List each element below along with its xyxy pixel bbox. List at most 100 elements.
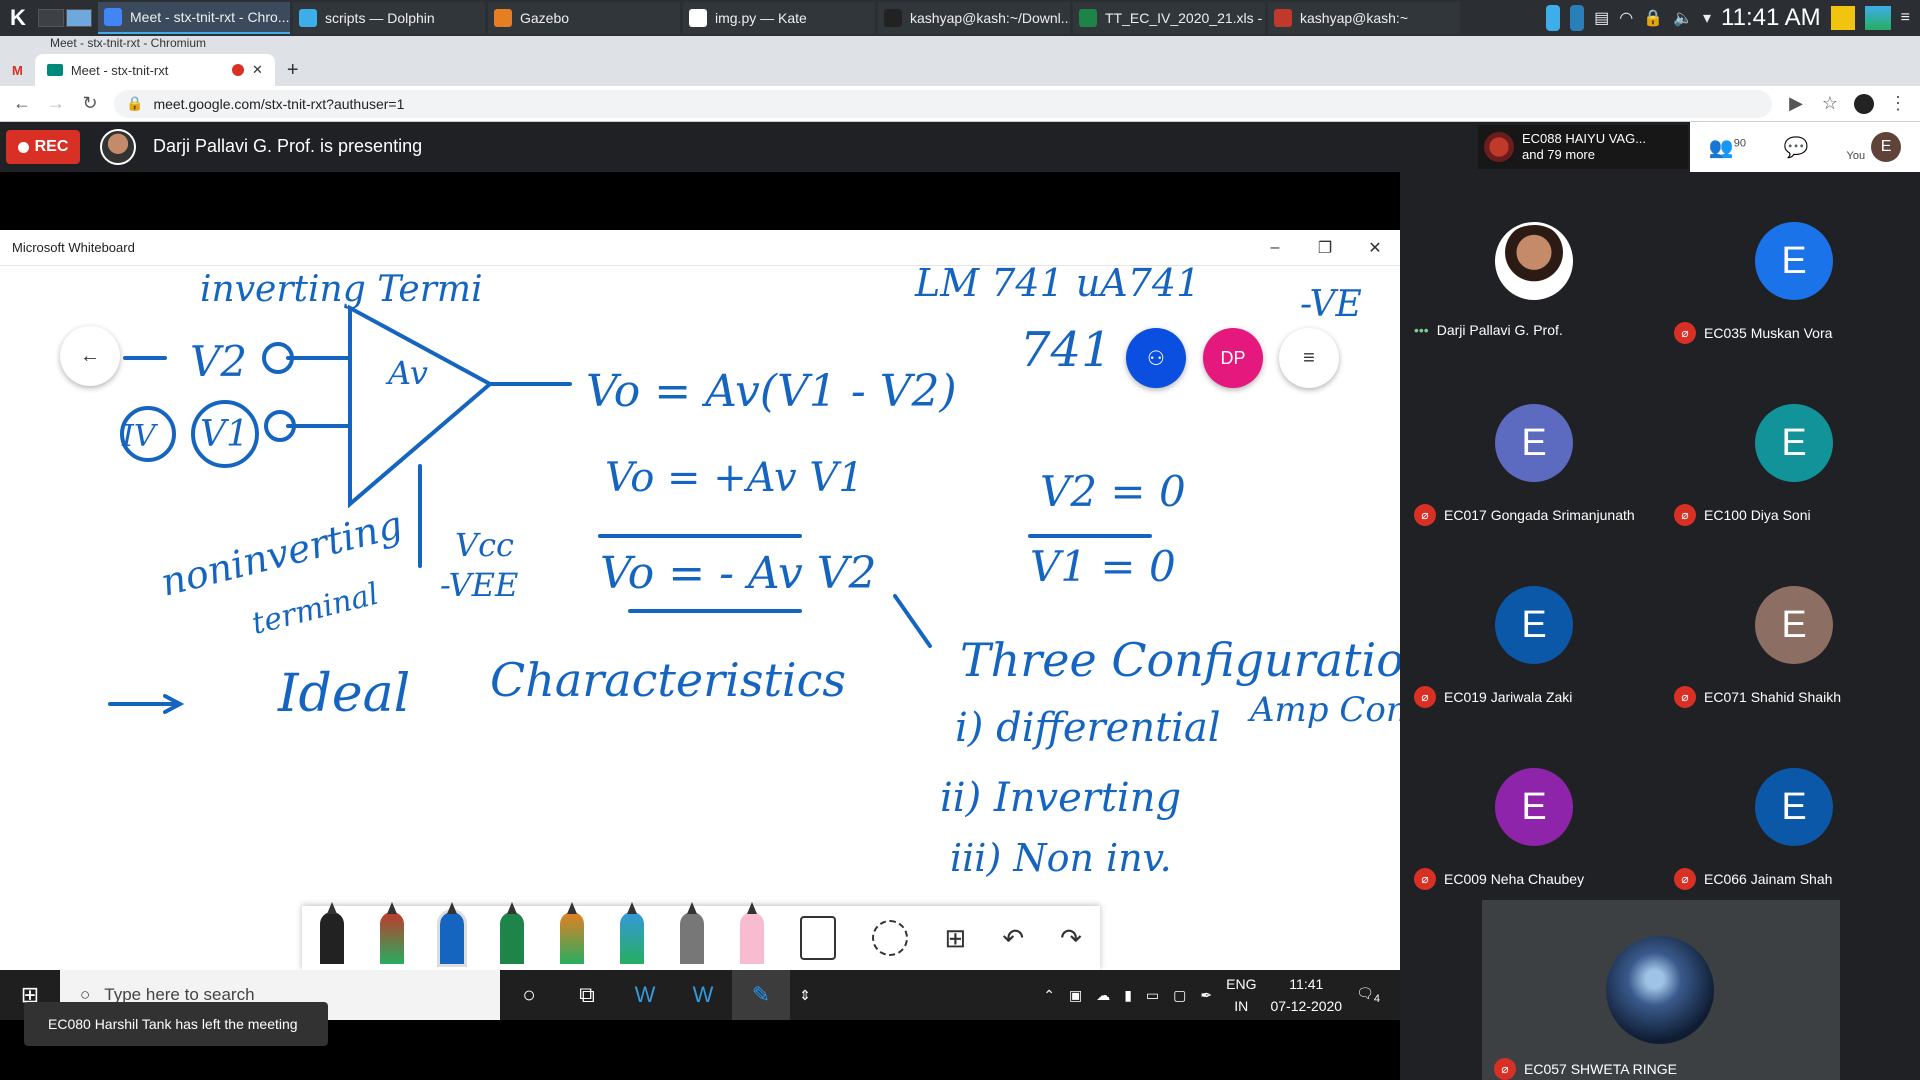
invite-person-icon[interactable]: ⚇ bbox=[1126, 328, 1186, 388]
url-text: meet.google.com/stx-tnit-rxt?authuser=1 bbox=[153, 95, 405, 112]
taskbar-scroll-icon[interactable]: ⇕ bbox=[790, 970, 820, 1020]
lasso-icon[interactable] bbox=[872, 920, 909, 956]
pill-line1: EC088 HAIYU VAG... bbox=[1522, 131, 1647, 146]
red-pen-icon[interactable] bbox=[380, 902, 405, 964]
windows-clock[interactable]: 11:41 07-12-2020 bbox=[1270, 973, 1342, 1017]
participant-name: EC057 SHWETA RINGE bbox=[1524, 1061, 1678, 1077]
desktop-1[interactable] bbox=[38, 9, 64, 27]
monitor-widget-icon[interactable] bbox=[1570, 5, 1585, 31]
blue-pen-icon[interactable] bbox=[437, 902, 468, 967]
restore-icon[interactable]: ❐ bbox=[1300, 230, 1350, 266]
word-icon-2[interactable]: W bbox=[674, 970, 732, 1020]
forward-icon[interactable]: → bbox=[46, 93, 66, 114]
kde-task-5[interactable]: TT_EC_IV_2020_21.xls - L... bbox=[1073, 2, 1265, 34]
chrome-menu-icon[interactable]: ⋮ bbox=[1888, 93, 1908, 114]
participant-tile[interactable]: E ⌀ EC009 Neha Chaubey bbox=[1400, 718, 1660, 900]
highlighter-icon[interactable] bbox=[680, 902, 705, 964]
virtual-desktop-pager[interactable] bbox=[38, 9, 92, 27]
close-icon[interactable]: ✕ bbox=[1350, 230, 1400, 266]
camera-icon[interactable]: ▶ bbox=[1786, 93, 1806, 114]
meet-now-icon[interactable]: ▣ bbox=[1069, 987, 1082, 1004]
ruler-icon[interactable] bbox=[800, 916, 837, 960]
new-tab-button[interactable]: + bbox=[275, 54, 311, 86]
bookmark-star-icon[interactable]: ☆ bbox=[1820, 93, 1840, 114]
people-button[interactable]: 👥90 bbox=[1709, 135, 1746, 160]
participant-tile[interactable]: ••• Darji Pallavi G. Prof. bbox=[1400, 172, 1660, 354]
reload-icon[interactable]: ↻ bbox=[80, 93, 100, 114]
windows-tray: ⌃ ▣ ☁ ▮ ▭ ▢ ✒ ENG IN 11:41 07-12-2020 🗨4 bbox=[1043, 973, 1400, 1017]
kde-task-3[interactable]: img.py — Kate bbox=[683, 2, 875, 34]
minimize-icon[interactable]: – bbox=[1250, 230, 1300, 266]
kde-task-4[interactable]: kashyap@kash:~/Downl... bbox=[878, 2, 1070, 34]
back-arrow-icon[interactable]: ← bbox=[60, 326, 120, 386]
notif-count: 4 bbox=[1373, 992, 1380, 1005]
battery-widget-icon[interactable] bbox=[1546, 5, 1561, 31]
participant-tile[interactable]: E ⌀ EC071 Shahid Shaikh bbox=[1660, 536, 1920, 718]
pen-icon[interactable]: ✒ bbox=[1200, 987, 1212, 1004]
rainbow-pen-icon[interactable] bbox=[620, 902, 645, 964]
you-label: You bbox=[1846, 150, 1866, 162]
add-icon[interactable]: ⊞ bbox=[944, 923, 966, 954]
tab-close-icon[interactable]: ✕ bbox=[252, 62, 263, 78]
mic-off-icon: ⌀ bbox=[1674, 504, 1696, 526]
usb-icon[interactable]: ▮ bbox=[1124, 987, 1132, 1004]
wifi-icon[interactable]: ◠ bbox=[1619, 8, 1633, 28]
clipboard-icon[interactable]: ▤ bbox=[1594, 8, 1609, 28]
participants-pill[interactable]: EC088 HAIYU VAG... and 79 more bbox=[1478, 125, 1688, 169]
whiteboard-app-icon[interactable]: ✎ bbox=[732, 970, 790, 1020]
whiteboard-title: Microsoft Whiteboard bbox=[12, 240, 135, 255]
redo-icon[interactable]: ↷ bbox=[1060, 923, 1082, 954]
kde-task-1[interactable]: scripts — Dolphin bbox=[293, 2, 485, 34]
kde-task-6[interactable]: kashyap@kash:~ bbox=[1268, 2, 1460, 34]
participant-tile[interactable]: E ⌀ EC066 Jainam Shah bbox=[1660, 718, 1920, 900]
bracket-mark bbox=[893, 594, 932, 648]
participant-tile[interactable]: E ⌀ EC019 Jariwala Zaki bbox=[1400, 536, 1660, 718]
notes-icon[interactable] bbox=[1830, 6, 1855, 30]
participant-avatar: E bbox=[1755, 768, 1833, 846]
chat-icon[interactable]: 💬 bbox=[1784, 135, 1809, 160]
green-pen-icon[interactable] bbox=[500, 902, 525, 964]
kde-launcher-icon[interactable]: K bbox=[0, 0, 36, 36]
undo-icon[interactable]: ↶ bbox=[1002, 923, 1024, 954]
lock-icon[interactable]: 🔒 bbox=[1643, 8, 1663, 28]
whiteboard-canvas[interactable]: inverting Termi V2 Av Vo = Av(V1 - V2) I… bbox=[0, 266, 1400, 970]
notification-center-icon[interactable]: 🗨4 bbox=[1356, 985, 1380, 1005]
black-pen-icon[interactable] bbox=[320, 902, 345, 964]
menu-icon[interactable]: ≡ bbox=[1901, 9, 1910, 27]
desktop-2[interactable] bbox=[66, 9, 92, 27]
participant-avatar: E bbox=[1755, 586, 1833, 664]
eraser-icon[interactable] bbox=[740, 902, 765, 964]
kde-clock[interactable]: 11:41 AM bbox=[1721, 4, 1821, 32]
address-bar[interactable]: 🔒 meet.google.com/stx-tnit-rxt?authuser=… bbox=[114, 89, 1772, 118]
gmail-tab[interactable]: M bbox=[0, 54, 35, 86]
battery-icon[interactable]: ▭ bbox=[1146, 987, 1159, 1004]
presenter-avatar bbox=[100, 129, 136, 165]
profile-avatar[interactable] bbox=[1854, 93, 1874, 114]
tray-chevron-icon[interactable]: ⌃ bbox=[1043, 987, 1055, 1004]
language-indicator[interactable]: ENG IN bbox=[1226, 973, 1256, 1017]
orange-pen-icon[interactable] bbox=[560, 902, 585, 964]
lang-line1: ENG bbox=[1226, 976, 1257, 992]
participant-tile[interactable]: ⌀ EC057 SHWETA RINGE bbox=[1482, 900, 1840, 1080]
hamburger-menu-icon[interactable]: ≡ bbox=[1279, 328, 1339, 388]
user-badge-dp[interactable]: DP bbox=[1203, 328, 1263, 388]
task-view-icon[interactable]: ⧉ bbox=[558, 970, 616, 1020]
task-app-icon bbox=[1079, 9, 1097, 27]
meet-tab-label: Meet - stx-tnit-rxt bbox=[70, 62, 169, 78]
wallpaper-icon[interactable] bbox=[1864, 6, 1891, 30]
volume-icon[interactable]: 🔈 bbox=[1673, 8, 1693, 28]
participant-tile[interactable]: E ⌀ EC035 Muskan Vora bbox=[1660, 172, 1920, 354]
self-view-button[interactable]: You E bbox=[1847, 132, 1902, 162]
meet-tab[interactable]: Meet - stx-tnit-rxt ✕ bbox=[34, 54, 275, 86]
onedrive-icon[interactable]: ☁ bbox=[1096, 987, 1110, 1004]
participant-tile[interactable]: E ⌀ EC017 Gongada Srimanjunath bbox=[1400, 354, 1660, 536]
cortana-icon[interactable]: ○ bbox=[500, 970, 558, 1020]
tray-expand-icon[interactable]: ▾ bbox=[1703, 8, 1711, 28]
kde-task-0[interactable]: Meet - stx-tnit-rxt - Chro... bbox=[98, 2, 290, 34]
ink-v2: V2 bbox=[190, 337, 247, 386]
display-icon[interactable]: ▢ bbox=[1173, 987, 1186, 1004]
kde-task-2[interactable]: Gazebo bbox=[488, 2, 680, 34]
back-icon[interactable]: ← bbox=[12, 93, 32, 114]
participant-tile[interactable]: E ⌀ EC100 Diya Soni bbox=[1660, 354, 1920, 536]
word-icon[interactable]: W bbox=[616, 970, 674, 1020]
